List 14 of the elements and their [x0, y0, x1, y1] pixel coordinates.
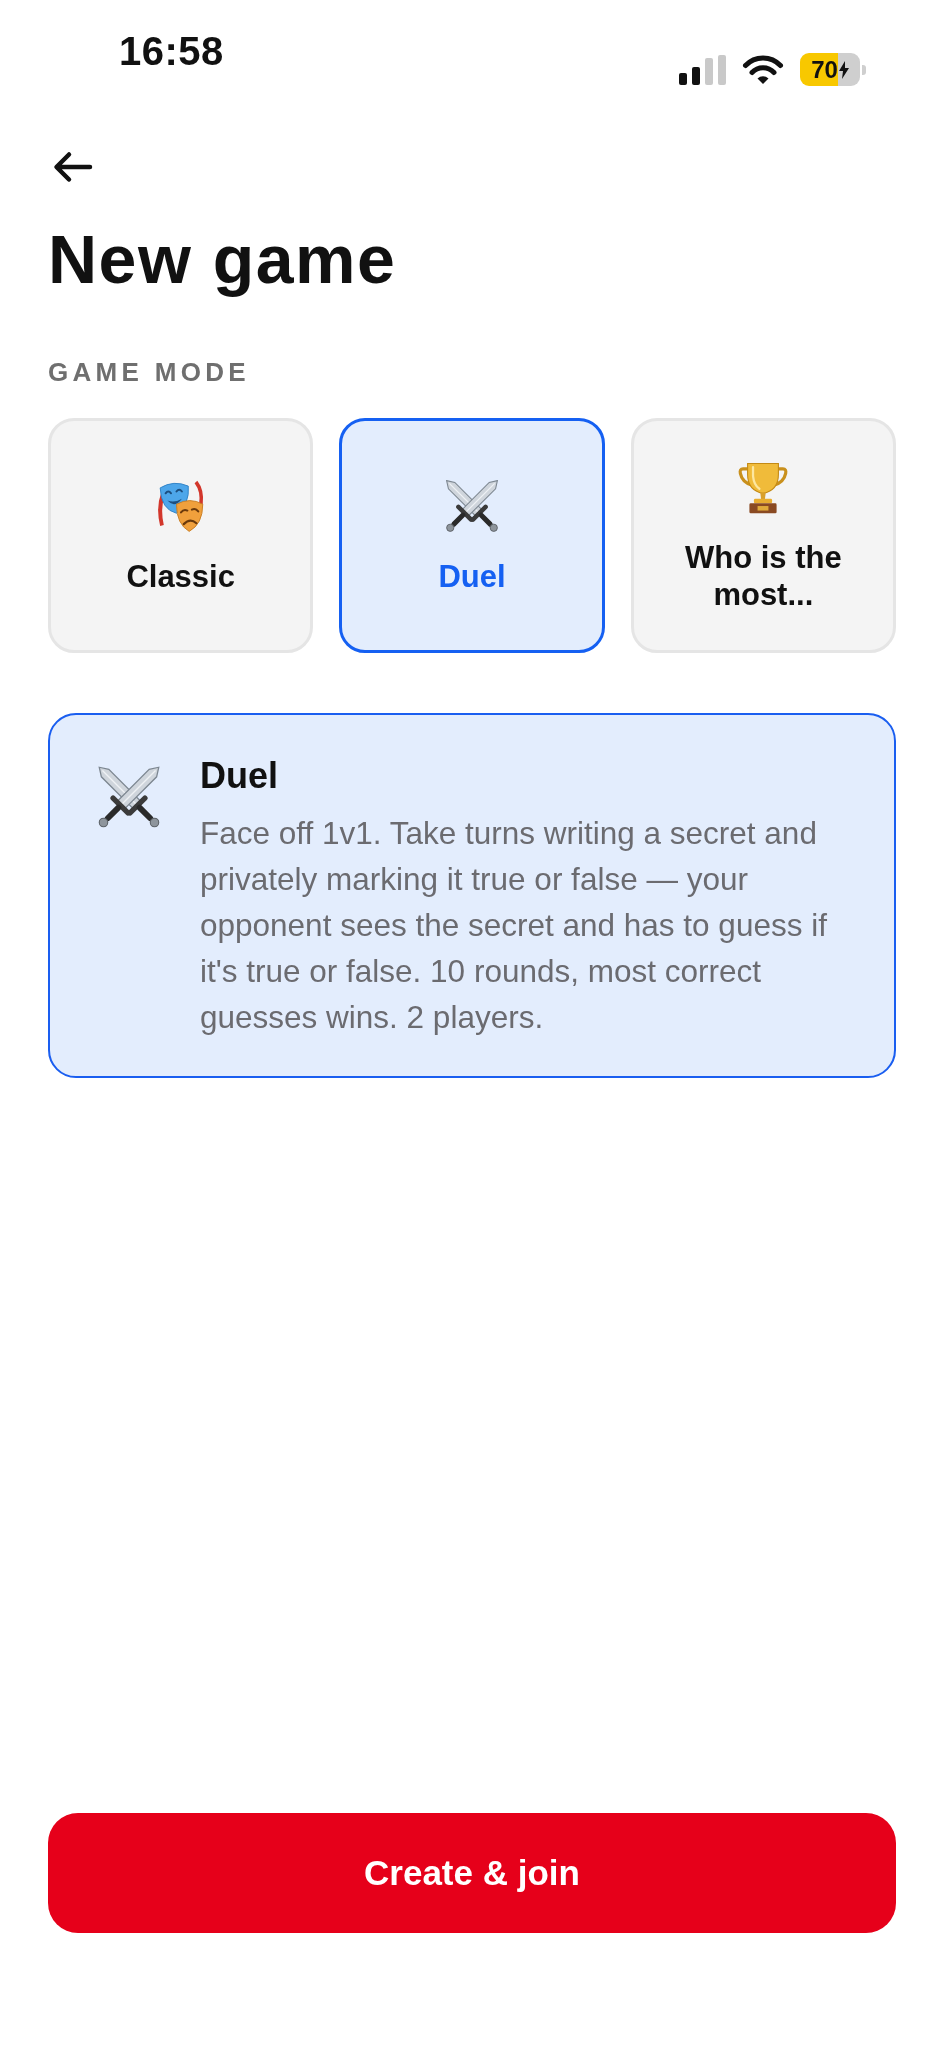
wifi-icon [742, 54, 784, 85]
status-time: 16:58 [119, 31, 224, 71]
create-button[interactable]: Create & join [48, 1813, 896, 1933]
signal-icon [679, 54, 726, 85]
back-arrow-icon [53, 151, 93, 183]
mode-card[interactable]: Duel [339, 418, 605, 653]
bolt-icon [838, 60, 849, 79]
battery-percent: 70 [811, 57, 838, 82]
mode-card[interactable]: Classic [48, 418, 314, 653]
description-title: Duel [200, 754, 278, 798]
section-label: GAME MODE [48, 359, 250, 385]
back-button[interactable] [53, 151, 93, 183]
description-text: Face off 1v1. Take turns writing a secret and privately marking it true or false — your opponent sees the secret and has to guess if it's true or false. 10 rounds, most correct guesses wins. 2 players. [200, 814, 828, 1037]
mode-card[interactable]: Who is the most... [630, 418, 896, 653]
